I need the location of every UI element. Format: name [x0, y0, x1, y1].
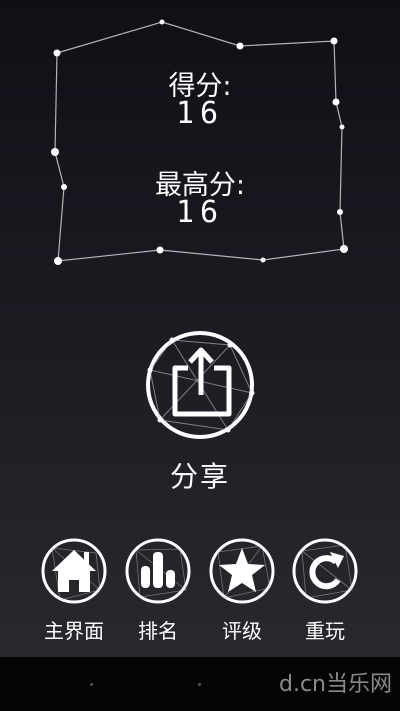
- share-icon: [172, 347, 232, 417]
- nav-dot: [198, 683, 201, 686]
- star-icon: [219, 548, 265, 592]
- rank-button[interactable]: [125, 538, 191, 604]
- score-value: 16: [175, 96, 225, 131]
- nav-dot: [90, 683, 93, 686]
- share-button[interactable]: [146, 331, 255, 439]
- home-label[interactable]: 主界面: [34, 615, 114, 644]
- rank-label[interactable]: 排名: [118, 615, 198, 644]
- replay-button[interactable]: [292, 538, 358, 604]
- watermark: d.cn当乐网: [279, 672, 392, 697]
- bar-chart-icon: [141, 552, 175, 588]
- home-icon: [52, 550, 96, 592]
- best-score-value: 16: [175, 195, 225, 230]
- rate-label[interactable]: 评级: [202, 615, 282, 644]
- share-label[interactable]: 分享: [150, 455, 250, 495]
- rate-button[interactable]: [209, 538, 275, 604]
- replay-icon: [309, 552, 344, 590]
- replay-label[interactable]: 重玩: [285, 615, 365, 644]
- home-button[interactable]: [41, 538, 107, 604]
